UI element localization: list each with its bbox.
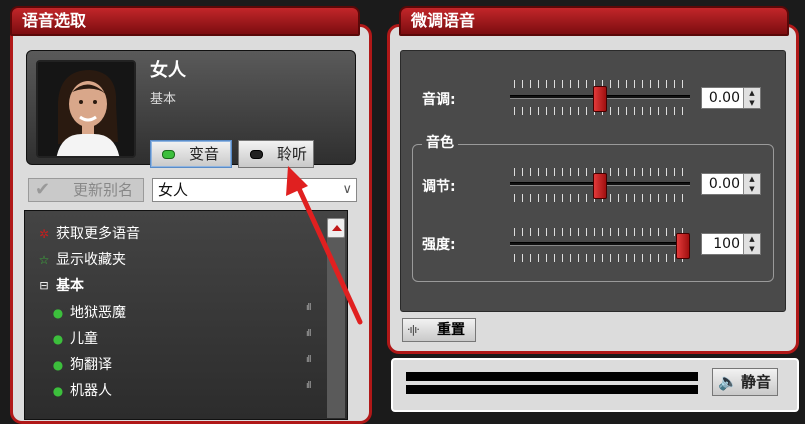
annotation-arrow-icon xyxy=(286,166,363,325)
